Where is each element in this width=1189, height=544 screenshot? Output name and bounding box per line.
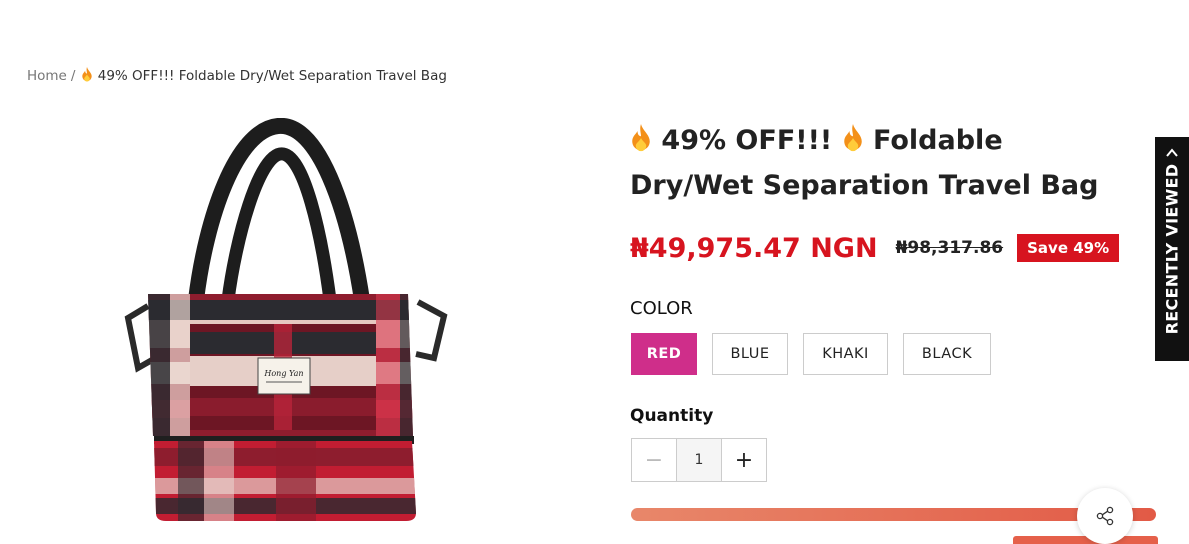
svg-text:Hong Yan: Hong Yan xyxy=(263,369,303,378)
share-button[interactable] xyxy=(1077,488,1133,544)
quantity-decrease-button[interactable]: − xyxy=(632,439,676,481)
sale-price: ₦49,975.47 NGN xyxy=(630,232,878,264)
color-swatches: RED BLUE KHAKI BLACK xyxy=(631,333,991,375)
color-swatch-red[interactable]: RED xyxy=(631,333,697,375)
quantity-label: Quantity xyxy=(630,406,714,426)
product-title: 49% OFF!!! Foldable Dry/Wet Separation T… xyxy=(630,118,1130,208)
product-image[interactable]: Hong Yan xyxy=(108,117,468,540)
color-swatch-black[interactable]: BLACK xyxy=(903,333,991,375)
travel-bag-image: Hong Yan xyxy=(124,117,448,521)
chevron-up-icon xyxy=(1166,148,1178,157)
flame-icon xyxy=(82,67,93,82)
save-badge: Save 49% xyxy=(1017,234,1120,262)
flame-icon xyxy=(843,124,862,152)
breadcrumb-separator: / xyxy=(70,68,76,84)
recently-viewed-label: RECENTLY VIEWED xyxy=(1162,163,1182,335)
color-swatch-khaki[interactable]: KHAKI xyxy=(803,333,888,375)
share-icon xyxy=(1096,506,1114,526)
breadcrumb-home-link[interactable]: Home xyxy=(27,68,67,84)
flame-icon xyxy=(632,124,650,152)
breadcrumb-current: 49% OFF!!! Foldable Dry/Wet Separation T… xyxy=(97,68,447,84)
price-row: ₦49,975.47 NGN ₦98,317.86 Save 49% xyxy=(630,228,1120,268)
title-discount-text: 49% OFF!!! xyxy=(661,125,833,156)
quantity-input[interactable]: 1 xyxy=(676,439,722,481)
color-swatch-blue[interactable]: BLUE xyxy=(712,333,788,375)
recently-viewed-tab[interactable]: RECENTLY VIEWED xyxy=(1155,137,1189,361)
compare-price: ₦98,317.86 xyxy=(895,238,1004,258)
buy-now-button[interactable] xyxy=(1013,536,1158,544)
quantity-stepper: − 1 + xyxy=(631,438,767,482)
breadcrumb: Home/ 49% OFF!!! Foldable Dry/Wet Separa… xyxy=(27,67,447,84)
quantity-increase-button[interactable]: + xyxy=(722,439,766,481)
color-option-label: COLOR xyxy=(630,298,693,319)
